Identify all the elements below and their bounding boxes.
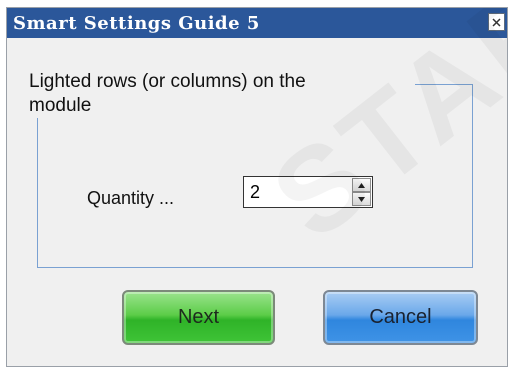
cancel-button-label: Cancel xyxy=(369,306,432,328)
spin-up-button[interactable] xyxy=(352,178,371,192)
cancel-button[interactable]: Cancel xyxy=(323,290,478,345)
triangle-up-icon xyxy=(358,182,365,188)
window-title: Smart Settings Guide 5 xyxy=(13,13,260,34)
quantity-stepper[interactable]: 2 xyxy=(243,176,373,208)
close-button[interactable] xyxy=(488,13,505,31)
group-legend-line1: Lighted rows (or columns) on the xyxy=(29,71,306,92)
close-icon xyxy=(492,17,501,27)
group-legend-line2: module xyxy=(29,95,92,116)
quantity-label: Quantity ... xyxy=(87,188,175,208)
next-button[interactable]: Next xyxy=(122,290,275,345)
spinner-buttons xyxy=(352,178,371,206)
smart-settings-dialog: Smart Settings Guide 5 Lighted rows (or … xyxy=(6,7,508,367)
next-button-label: Next xyxy=(177,306,220,328)
triangle-down-icon xyxy=(358,196,365,202)
quantity-value[interactable]: 2 xyxy=(250,182,260,203)
title-bar: Smart Settings Guide 5 xyxy=(7,8,507,38)
group-legend: Lighted rows (or columns) on the module xyxy=(23,70,415,118)
spin-down-button[interactable] xyxy=(352,192,371,206)
